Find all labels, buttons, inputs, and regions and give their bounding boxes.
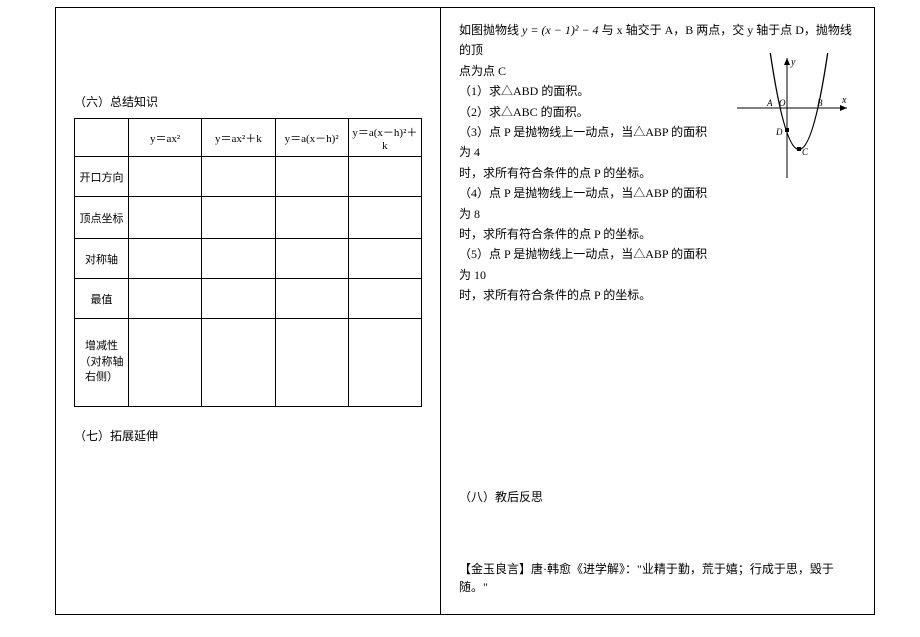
point-label-o: O <box>779 98 786 108</box>
row-label-2: 顶点坐标 <box>75 197 129 239</box>
question-3a: （3）点 P 是抛物线上一动点，当△ABP 的面积为 4 <box>459 122 719 163</box>
row-label-4: 最值 <box>75 279 129 319</box>
header-col-4: y＝a(x－h)²＋k <box>348 119 421 157</box>
section-8-title: （八）教后反思 <box>459 488 543 505</box>
question-4a: （4）点 P 是抛物线上一动点，当△ABP 的面积为 8 <box>459 183 719 224</box>
table-header-row: y＝ax² y＝ax²＋k y＝a(x－h)² y＝a(x－h)²＋k <box>75 119 422 157</box>
parabola-svg: y x A O B D C <box>732 53 852 183</box>
section-7-title: （七）拓展延伸 <box>74 427 422 444</box>
left-column: （六）总结知识 y＝ax² y＝ax²＋k y＝a(x－h)² y＝a(x－h)… <box>56 8 441 614</box>
cell-empty <box>129 157 202 197</box>
cell-empty <box>129 319 202 407</box>
intro-text-1: 如图抛物线 <box>459 23 519 37</box>
cell-empty <box>202 239 275 279</box>
cell-empty <box>129 239 202 279</box>
axis-label-x: x <box>841 95 847 106</box>
table-row: 最值 <box>75 279 422 319</box>
cell-empty <box>275 239 348 279</box>
row-label-1: 开口方向 <box>75 157 129 197</box>
point-label-b: B <box>817 98 823 108</box>
axis-label-y: y <box>790 57 796 68</box>
point-c-marker <box>797 147 801 151</box>
row-label-3: 对称轴 <box>75 239 129 279</box>
cell-empty <box>202 279 275 319</box>
cell-empty <box>275 319 348 407</box>
cell-empty <box>275 197 348 239</box>
header-blank <box>75 119 129 157</box>
cell-empty <box>275 157 348 197</box>
row-label-5: 增减性 （对称轴 右侧） <box>75 319 129 407</box>
section-6-title: （六）总结知识 <box>74 93 422 110</box>
cell-empty <box>275 279 348 319</box>
header-col-2: y＝ax²＋k <box>202 119 275 157</box>
cell-empty <box>202 157 275 197</box>
table-row: 顶点坐标 <box>75 197 422 239</box>
cell-empty <box>348 319 421 407</box>
cell-empty <box>348 157 421 197</box>
problem-questions: 点为点 C （1）求△ABD 的面积。 （2）求△ABC 的面积。 （3）点 P… <box>459 61 719 306</box>
cell-empty <box>129 279 202 319</box>
intro-line-3: 点为点 C <box>459 61 719 81</box>
cell-empty <box>129 197 202 239</box>
table-row: 开口方向 <box>75 157 422 197</box>
y-axis-arrow <box>784 58 790 65</box>
question-5a: （5）点 P 是抛物线上一动点，当△ABP 的面积为 10 <box>459 244 719 285</box>
header-col-1: y＝ax² <box>129 119 202 157</box>
cell-empty <box>202 197 275 239</box>
point-label-c: C <box>802 147 809 157</box>
question-1: （1）求△ABD 的面积。 <box>459 81 719 101</box>
question-5b: 时，求所有符合条件的点 P 的坐标。 <box>459 285 719 305</box>
question-3b: 时，求所有符合条件的点 P 的坐标。 <box>459 163 719 183</box>
question-4b: 时，求所有符合条件的点 P 的坐标。 <box>459 224 719 244</box>
parabola-diagram: y x A O B D C <box>732 53 852 183</box>
point-d-marker <box>785 128 789 132</box>
summary-table: y＝ax² y＝ax²＋k y＝a(x－h)² y＝a(x－h)²＋k 开口方向… <box>74 118 422 407</box>
point-label-d: D <box>775 127 783 137</box>
table-row: 对称轴 <box>75 239 422 279</box>
header-col-3: y＝a(x－h)² <box>275 119 348 157</box>
right-column: 如图抛物线 y = (x − 1)² − 4 与 x 轴交于 A，B 两点，交 … <box>441 8 874 614</box>
point-label-a: A <box>766 98 773 108</box>
intro-formula: y = (x − 1)² − 4 <box>522 23 599 37</box>
cell-empty <box>348 239 421 279</box>
page-frame: （六）总结知识 y＝ax² y＝ax²＋k y＝a(x－h)² y＝a(x－h)… <box>55 7 875 615</box>
cell-empty <box>348 197 421 239</box>
question-2: （2）求△ABC 的面积。 <box>459 102 719 122</box>
golden-quote: 【金玉良言】唐·韩愈《进学解》："业精于勤，荒于嬉；行成于思，毁于随。" <box>459 560 856 596</box>
table-row: 增减性 （对称轴 右侧） <box>75 319 422 407</box>
cell-empty <box>348 279 421 319</box>
cell-empty <box>202 319 275 407</box>
